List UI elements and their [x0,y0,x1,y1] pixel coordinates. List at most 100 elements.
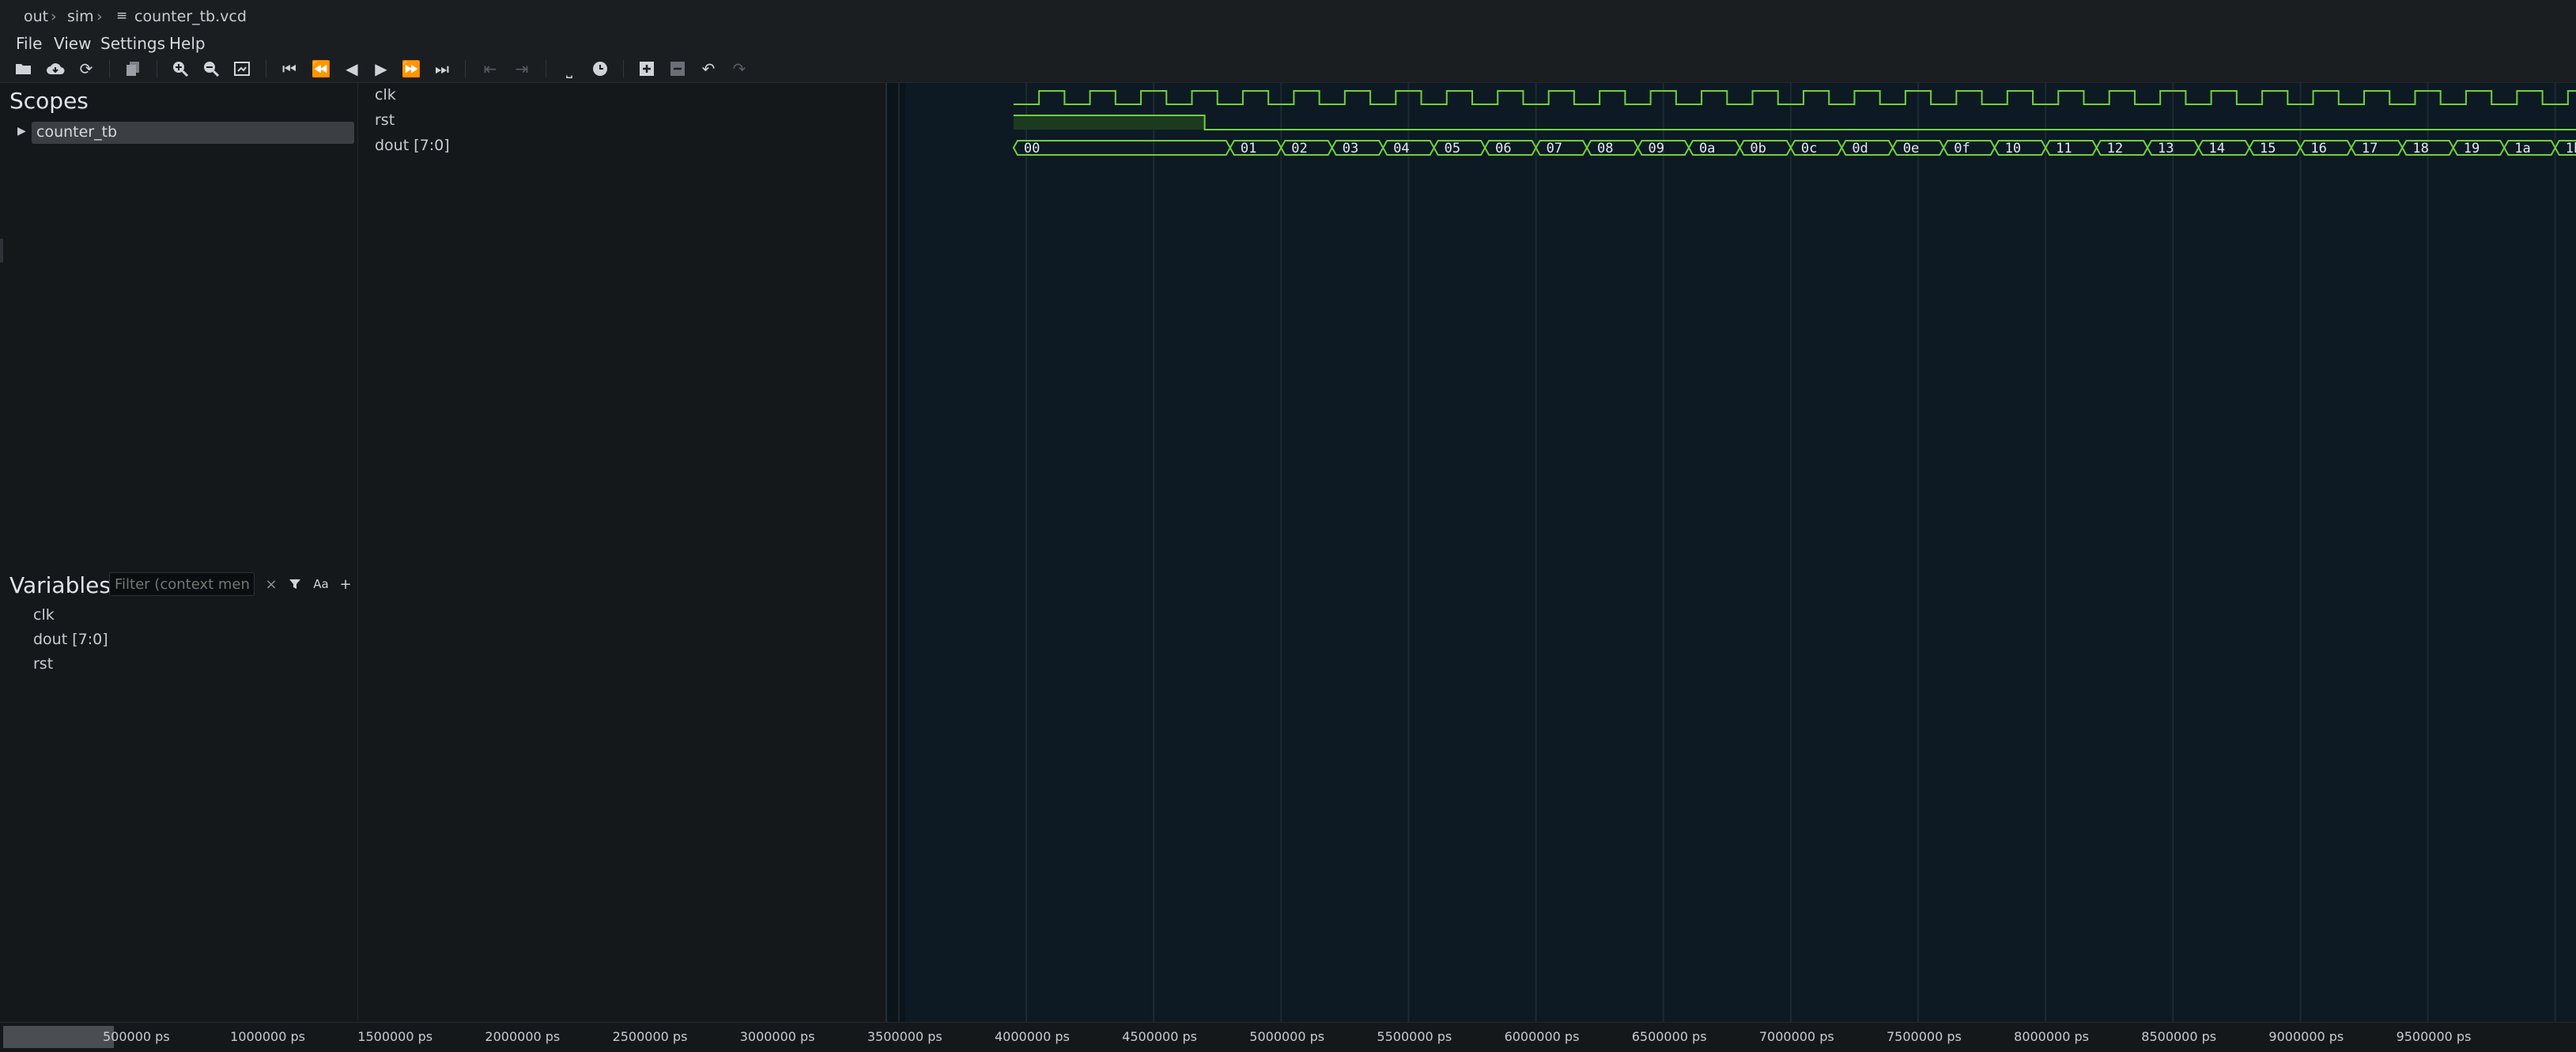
signal-name-dout[interactable]: dout [7:0] [375,137,450,154]
timeline-axis[interactable]: 500000 ps 1000000 ps 1500000 ps 2000000 ps 2… [0,1022,2576,1052]
breadcrumb-out[interactable]: out [24,8,48,25]
dout-value-label: 03 [1343,141,1358,156]
zoom-out-icon[interactable] [200,58,222,80]
panel-resize-handle[interactable] [0,239,3,262]
zoom-fit-icon[interactable] [231,58,253,80]
dout-value-label: 08 [1597,141,1613,156]
variables-title: Variables [9,572,111,598]
remove-item-icon[interactable] [667,58,689,80]
dout-value-label: 0f [1954,141,1970,156]
dout-value-label: 09 [1648,141,1664,156]
variable-item[interactable]: rst [33,655,53,673]
clock-icon[interactable] [589,58,611,80]
chevron-right-icon: › [96,8,103,25]
dout-value-label: 02 [1291,141,1307,156]
dout-value-label: 0a [1699,141,1715,156]
timeline-tick-label: 4000000 ps [995,1029,1070,1044]
dout-value-label: 00 [1024,141,1040,156]
goto-start-icon[interactable]: ⏮ [278,58,300,80]
toolbar: ⟳ ⏮ ⏪ ◀ ▶ ⏩ ⏭ ⇤ ⇥ ⎵ ↶ ↷ [0,55,2576,83]
goto-end-icon[interactable]: ⏭ [431,58,453,80]
rst-high-region [1013,115,1205,130]
add-divider-icon[interactable] [636,58,658,80]
menu-help[interactable]: Help [169,34,206,53]
timeline-tick-label: 3500000 ps [867,1029,942,1044]
dout-value-label: 11 [2056,141,2072,156]
cloud-download-icon[interactable] [44,58,66,80]
signal-names-column: clk rst dout [7:0] [358,83,885,1020]
dout-value-label: 06 [1495,141,1511,156]
dout-value-label: 19 [2464,141,2480,156]
timeline-tick-label: 8000000 ps [2014,1029,2089,1044]
menu-view[interactable]: View [54,34,91,53]
timeline-tick-label: 9500000 ps [2396,1029,2472,1044]
dout-value-label: 16 [2310,141,2326,156]
step-forward-fast-icon[interactable]: ⏩ [400,58,422,80]
dout-value-label: 05 [1445,141,1460,156]
prev-edge-icon[interactable]: ⇤ [479,58,501,80]
dout-value-label: 0c [1801,141,1817,156]
timeline-tick-label: 2000000 ps [485,1029,561,1044]
timeline-tick-label: 1000000 ps [230,1029,305,1044]
undo-icon[interactable]: ↶ [697,58,720,80]
timeline-tick-label: 9000000 ps [2268,1029,2344,1044]
timeline-tick-label: 8500000 ps [2141,1029,2217,1044]
waveform-band [905,83,2576,1024]
signal-name-clk[interactable]: clk [375,86,396,104]
dout-value-label: 17 [2362,141,2378,156]
variable-item[interactable]: dout [7:0] [33,631,108,648]
case-sensitive-icon[interactable]: Aa [312,575,330,594]
timeline-tick-label: 5000000 ps [1249,1029,1325,1044]
triangle-right-icon[interactable]: ▶ [17,125,26,138]
add-variable-icon[interactable]: + [337,575,354,594]
timeline-tick-label: 1500000 ps [357,1029,433,1044]
redo-icon[interactable]: ↷ [728,58,750,80]
breadcrumb-file[interactable]: counter_tb.vcd [134,8,247,25]
waveform-view[interactable]: 00 01 02 03 04 05 06 07 08 09 0a 0b 0c 0d 0e 0f 10 11 12 13… [885,83,2576,1024]
next-edge-icon[interactable]: ⇥ [511,58,533,80]
breadcrumb-sim[interactable]: sim [67,8,94,25]
scope-label: counter_tb [36,123,118,141]
menu-bar: File View Settings Help [0,32,2576,55]
left-panel [0,83,358,1020]
dout-value-label: 18 [2412,141,2428,156]
timeline-tick-label: 4500000 ps [1122,1029,1197,1044]
signal-name-rst[interactable]: rst [375,111,395,129]
filter-icon[interactable] [286,575,304,594]
zoom-in-icon[interactable] [169,58,191,80]
menu-settings[interactable]: Settings [100,34,165,53]
dout-value-label: 14 [2209,141,2225,156]
reload-icon[interactable]: ⟳ [75,58,97,80]
scopes-title: Scopes [9,88,89,114]
copy-icon[interactable] [122,58,144,80]
dout-value-label: 0e [1903,141,1919,156]
timeline-tick-label: 5500000 ps [1377,1029,1452,1044]
clear-filter-icon[interactable]: × [263,575,280,594]
variable-item[interactable]: clk [33,606,55,624]
dout-value-label: 01 [1241,141,1256,156]
dout-value-label: 10 [2005,141,2021,156]
dout-value-label: 07 [1547,141,1562,156]
dout-value-label: 1b [2566,141,2576,156]
timeline-tick-label: 7500000 ps [1887,1029,1962,1044]
timeline-tick-label: 500000 ps [103,1029,170,1044]
time-gap-icon[interactable]: ⎵ [558,58,580,80]
step-forward-icon[interactable]: ▶ [370,58,392,80]
breadcrumb-bar: out › sim › ≡ counter_tb.vcd [0,0,2576,32]
chevron-right-icon: › [51,8,57,25]
timeline-tick-label: 6000000 ps [1504,1029,1580,1044]
step-back-fast-icon[interactable]: ⏪ [310,58,332,80]
dout-value-label: 1a [2514,141,2530,156]
menu-file[interactable]: File [16,34,42,53]
dout-value-label: 13 [2158,141,2174,156]
variable-filter-input[interactable] [109,572,255,596]
dout-value-label: 0d [1852,141,1868,156]
open-folder-icon[interactable] [13,58,35,80]
timeline-scroll-thumb[interactable] [3,1026,114,1048]
timeline-tick-label: 3000000 ps [739,1029,815,1044]
dout-value-label: 04 [1393,141,1409,156]
timeline-tick-label: 6500000 ps [1631,1029,1707,1044]
dout-value-label: 0b [1750,141,1766,156]
file-icon: ≡ [116,8,128,24]
step-back-icon[interactable]: ◀ [341,58,363,80]
